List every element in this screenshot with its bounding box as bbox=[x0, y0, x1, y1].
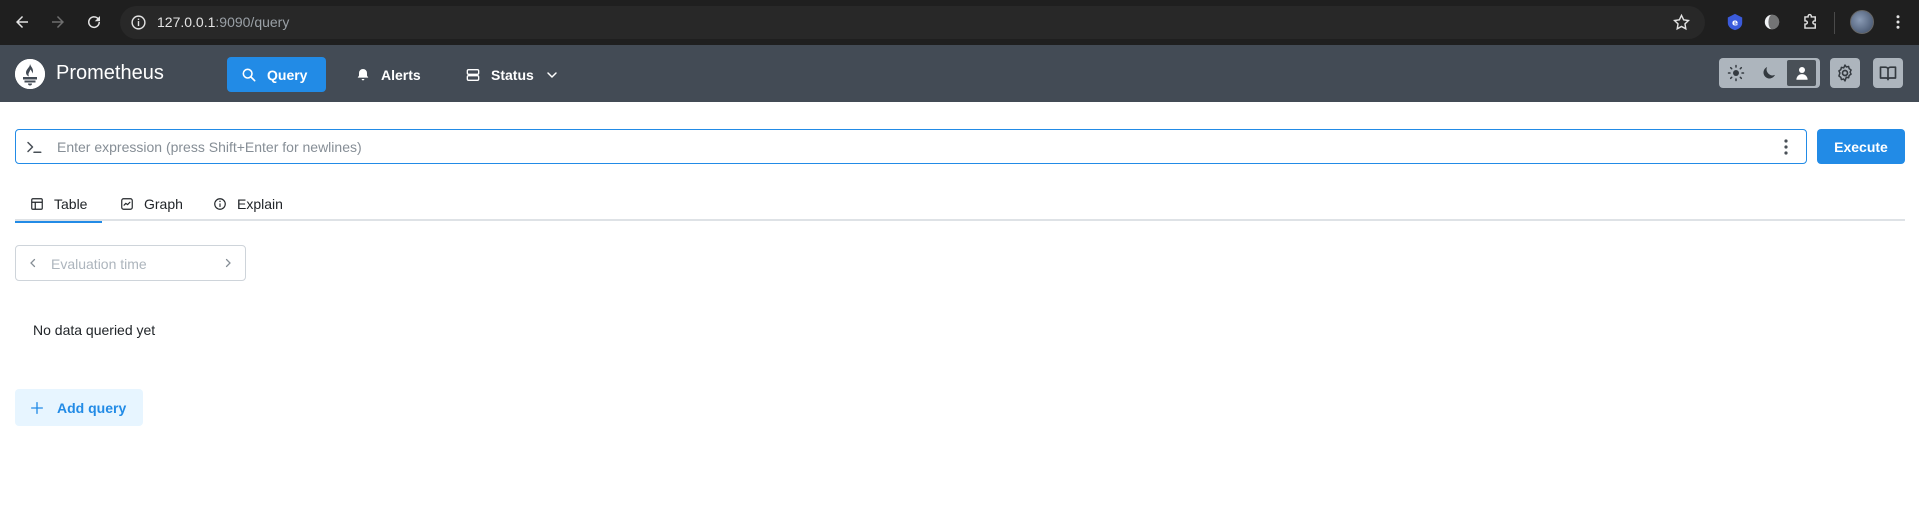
add-query-button[interactable]: Add query bbox=[15, 389, 143, 426]
prometheus-logo-icon[interactable] bbox=[15, 59, 45, 89]
chevron-left-icon[interactable] bbox=[27, 257, 39, 269]
nav-status-label: Status bbox=[491, 66, 534, 83]
back-arrow-icon[interactable] bbox=[11, 11, 33, 33]
chevron-down-icon bbox=[547, 71, 557, 78]
graph-icon bbox=[121, 197, 133, 210]
more-vertical-icon[interactable] bbox=[1778, 138, 1794, 156]
table-icon bbox=[31, 197, 43, 210]
evaluation-time-placeholder[interactable]: Evaluation time bbox=[51, 256, 147, 272]
reload-icon[interactable] bbox=[83, 11, 105, 33]
terminal-prompt-icon bbox=[27, 141, 42, 153]
tab-graph-label: Graph bbox=[144, 195, 183, 212]
address-bar[interactable]: 127.0.0.1:9090/query bbox=[120, 6, 1705, 39]
tab-explain[interactable]: Explain bbox=[198, 186, 298, 221]
sun-icon[interactable] bbox=[1719, 58, 1752, 88]
server-icon bbox=[466, 68, 480, 81]
result-tabs: Table Graph Explain bbox=[15, 186, 1905, 223]
more-vertical-icon[interactable] bbox=[1888, 12, 1908, 32]
bookmark-star-icon[interactable] bbox=[1672, 13, 1691, 32]
brand-name[interactable]: Prometheus bbox=[56, 62, 164, 85]
bell-icon bbox=[357, 68, 369, 80]
toolbar-divider bbox=[1834, 12, 1835, 34]
book-icon[interactable] bbox=[1873, 58, 1903, 88]
evaluation-time-picker[interactable]: Evaluation time bbox=[15, 245, 246, 281]
site-info-icon[interactable] bbox=[130, 14, 147, 31]
profile-avatar[interactable] bbox=[1850, 10, 1874, 34]
plus-icon bbox=[31, 401, 43, 414]
nav-status[interactable]: Status bbox=[451, 57, 574, 92]
expression-input[interactable] bbox=[57, 136, 1757, 158]
svg-text:e: e bbox=[1732, 19, 1738, 29]
browser-toolbar: 127.0.0.1:9090/query e bbox=[0, 0, 1919, 45]
tab-explain-label: Explain bbox=[237, 195, 283, 212]
gear-icon[interactable] bbox=[1830, 58, 1860, 88]
nav-alerts-label: Alerts bbox=[381, 66, 421, 83]
tab-table-label: Table bbox=[54, 195, 88, 212]
user-icon[interactable] bbox=[1785, 58, 1818, 88]
add-query-label: Add query bbox=[57, 399, 127, 416]
expression-editor[interactable] bbox=[15, 129, 1807, 164]
extension-circle-icon[interactable] bbox=[1762, 12, 1782, 32]
tab-graph[interactable]: Graph bbox=[105, 186, 198, 221]
no-data-message: No data queried yet bbox=[33, 322, 156, 338]
moon-icon[interactable] bbox=[1752, 58, 1785, 88]
nav-query-label: Query bbox=[267, 66, 308, 83]
info-icon bbox=[214, 197, 226, 210]
nav-alerts[interactable]: Alerts bbox=[341, 57, 435, 92]
nav-query[interactable]: Query bbox=[227, 57, 326, 92]
extension-e-icon[interactable]: e bbox=[1725, 12, 1745, 32]
url-text[interactable]: 127.0.0.1:9090/query bbox=[157, 14, 289, 30]
execute-button[interactable]: Execute bbox=[1817, 129, 1905, 164]
extensions-puzzle-icon[interactable] bbox=[1800, 12, 1820, 32]
app-header: Prometheus Query Alerts Status bbox=[0, 45, 1919, 102]
theme-switcher bbox=[1719, 58, 1820, 88]
search-icon bbox=[242, 68, 256, 81]
tab-table[interactable]: Table bbox=[15, 186, 103, 223]
chevron-right-icon[interactable] bbox=[222, 257, 234, 269]
forward-arrow-icon[interactable] bbox=[47, 11, 69, 33]
